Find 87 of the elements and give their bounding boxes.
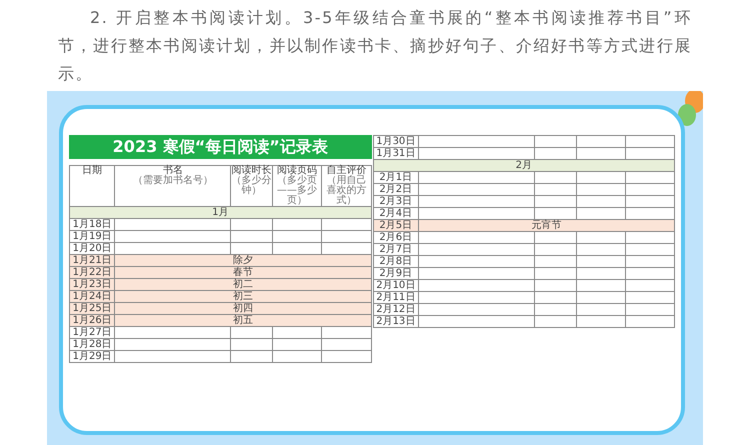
table-cell bbox=[625, 232, 674, 244]
table-cell bbox=[576, 292, 626, 304]
date-cell: 2月7日 bbox=[373, 244, 418, 256]
table-cell bbox=[625, 136, 674, 148]
table-cell bbox=[576, 232, 626, 244]
table-cell bbox=[625, 268, 674, 280]
date-cell: 1月18日 bbox=[70, 218, 115, 230]
table-cell bbox=[576, 196, 626, 208]
table-cell bbox=[625, 280, 674, 292]
month-header: 1月 bbox=[70, 206, 371, 218]
holiday-cell: 初二 bbox=[114, 278, 371, 290]
table-cell bbox=[534, 256, 576, 268]
paragraph: 2. 开启整本书阅读计划。3-5年级结合童书展的“整本书阅读推荐书目”环节，进行整本书阅读计划，并以制作读书卡、摘抄好句子、介绍好书等方式进行展示。 bbox=[57, 7, 693, 85]
table-cell bbox=[230, 350, 272, 362]
table-cell bbox=[534, 292, 576, 304]
date-cell: 1月30日 bbox=[373, 136, 418, 148]
date-cell: 2月11日 bbox=[373, 292, 418, 304]
date-cell: 2月12日 bbox=[373, 304, 418, 316]
table-cell bbox=[534, 172, 576, 184]
holiday-cell: 除夕 bbox=[114, 254, 371, 266]
table-cell bbox=[625, 256, 674, 268]
table-cell bbox=[230, 338, 272, 350]
table-cell bbox=[576, 304, 626, 316]
table-cell bbox=[576, 244, 626, 256]
table-cell bbox=[625, 304, 674, 316]
table-cell bbox=[322, 350, 371, 362]
table-cell bbox=[272, 338, 322, 350]
table-cell bbox=[534, 232, 576, 244]
sheet-title: 2023 寒假“每日阅读”记录表 bbox=[69, 135, 372, 159]
table-cell bbox=[230, 230, 272, 242]
date-cell: 2月5日 bbox=[373, 220, 418, 232]
date-cell: 1月29日 bbox=[70, 350, 115, 362]
table-cell bbox=[576, 184, 626, 196]
table-cell bbox=[534, 136, 576, 148]
table-cell bbox=[625, 184, 674, 196]
table-cell bbox=[230, 218, 272, 230]
date-cell: 1月24日 bbox=[70, 290, 115, 302]
date-cell: 1月21日 bbox=[70, 254, 115, 266]
table-cell bbox=[322, 230, 371, 242]
table-cell bbox=[534, 196, 576, 208]
table-cell bbox=[625, 244, 674, 256]
holiday-cell: 春节 bbox=[114, 266, 371, 278]
date-cell: 1月26日 bbox=[70, 314, 115, 326]
date-cell: 1月19日 bbox=[70, 230, 115, 242]
table-cell bbox=[534, 280, 576, 292]
table-cell bbox=[534, 244, 576, 256]
date-cell: 2月13日 bbox=[373, 316, 418, 328]
holiday-cell: 初三 bbox=[114, 290, 371, 302]
table-cell bbox=[534, 316, 576, 328]
table-cell bbox=[625, 316, 674, 328]
date-cell: 2月10日 bbox=[373, 280, 418, 292]
date-cell: 1月27日 bbox=[70, 326, 115, 338]
date-cell: 2月1日 bbox=[373, 172, 418, 184]
date-cell: 2月3日 bbox=[373, 196, 418, 208]
table-cell bbox=[272, 218, 322, 230]
month-header: 2月 bbox=[373, 160, 674, 172]
holiday-cell: 初五 bbox=[114, 314, 371, 326]
table-cell bbox=[322, 326, 371, 338]
table-cell bbox=[576, 172, 626, 184]
holiday-cell: 初四 bbox=[114, 302, 371, 314]
date-cell: 2月9日 bbox=[373, 268, 418, 280]
table-cell bbox=[576, 316, 626, 328]
table-cell bbox=[625, 196, 674, 208]
table-cell bbox=[576, 256, 626, 268]
table-cell bbox=[625, 172, 674, 184]
date-cell: 2月6日 bbox=[373, 232, 418, 244]
date-cell: 1月25日 bbox=[70, 302, 115, 314]
table-cell bbox=[322, 218, 371, 230]
date-cell: 1月22日 bbox=[70, 266, 115, 278]
table-cell bbox=[576, 280, 626, 292]
table-cell bbox=[625, 292, 674, 304]
table-cell bbox=[272, 350, 322, 362]
date-cell: 1月28日 bbox=[70, 338, 115, 350]
table-cell bbox=[272, 326, 322, 338]
column-header: 日期 bbox=[70, 166, 115, 206]
date-cell: 1月23日 bbox=[70, 278, 115, 290]
table-cell bbox=[534, 304, 576, 316]
table-cell bbox=[534, 184, 576, 196]
date-cell: 2月2日 bbox=[373, 184, 418, 196]
holiday-cell: 元宵节 bbox=[418, 220, 674, 232]
table-cell bbox=[230, 326, 272, 338]
table-cell bbox=[534, 268, 576, 280]
table-cell bbox=[272, 230, 322, 242]
table-cell bbox=[576, 136, 626, 148]
date-cell: 2月8日 bbox=[373, 256, 418, 268]
table-cell bbox=[576, 268, 626, 280]
table-cell bbox=[322, 338, 371, 350]
